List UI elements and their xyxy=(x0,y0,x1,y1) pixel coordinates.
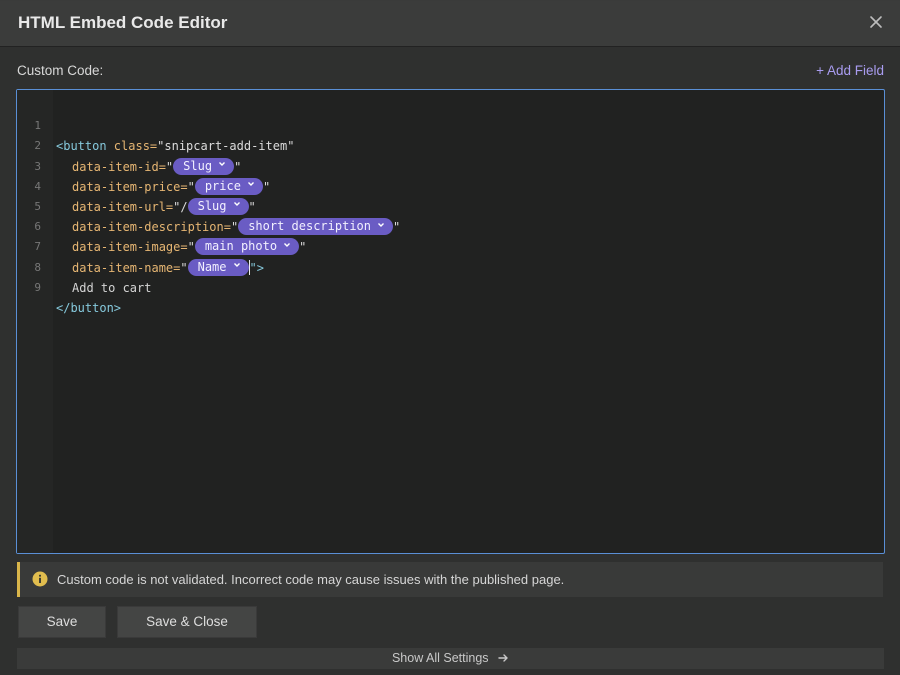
code-content[interactable]: 1 <button class="snipcart-add-item" 2 da… xyxy=(17,96,884,315)
show-all-settings-button[interactable]: Show All Settings xyxy=(17,648,884,669)
save-and-close-button[interactable]: Save & Close xyxy=(117,606,257,638)
custom-code-label: Custom Code: xyxy=(17,63,104,78)
html-embed-dialog: HTML Embed Code Editor Custom Code: + Ad… xyxy=(0,0,900,675)
code-line: 4 data-item-url="/Slug " xyxy=(17,157,884,215)
code-line: 6 data-item-image=" main photo " xyxy=(17,197,884,256)
line-number: 9 xyxy=(34,280,41,294)
code-line: 5 data-item-description=" short descripti… xyxy=(17,177,884,236)
code-line: 8 Add to cart xyxy=(17,237,884,295)
show-all-settings-label: Show All Settings xyxy=(391,651,489,665)
close-icon[interactable] xyxy=(866,12,886,32)
code-editor[interactable]: 1 <button class="snipcart-add-item" 2 da… xyxy=(16,89,885,554)
validation-warning: Custom code is not validated. Incorrect … xyxy=(17,562,883,597)
code-line: 9 </button> xyxy=(17,258,884,315)
add-field-button[interactable]: + Add Field xyxy=(816,63,884,78)
dialog-title: HTML Embed Code Editor xyxy=(18,13,228,32)
warning-text: Custom code is not validated. Incorrect … xyxy=(57,572,565,587)
editor-label-row: Custom Code: + Add Field xyxy=(17,63,884,81)
code-line: 1 <button class="snipcart-add-item" xyxy=(17,96,884,153)
arrow-right-icon xyxy=(498,654,508,662)
info-warning-icon xyxy=(32,571,48,587)
dialog-header: HTML Embed Code Editor xyxy=(0,1,900,47)
code-line: 2 data-item-id=" Slug " xyxy=(17,116,884,175)
save-button[interactable]: Save xyxy=(18,606,106,638)
code-text: Add to cart xyxy=(72,280,152,295)
code-tag: </button> xyxy=(56,300,122,315)
code-line: 7 data-item-name=" Name "> xyxy=(17,217,884,276)
code-line: 3 data-item-price=" price " xyxy=(17,136,884,195)
